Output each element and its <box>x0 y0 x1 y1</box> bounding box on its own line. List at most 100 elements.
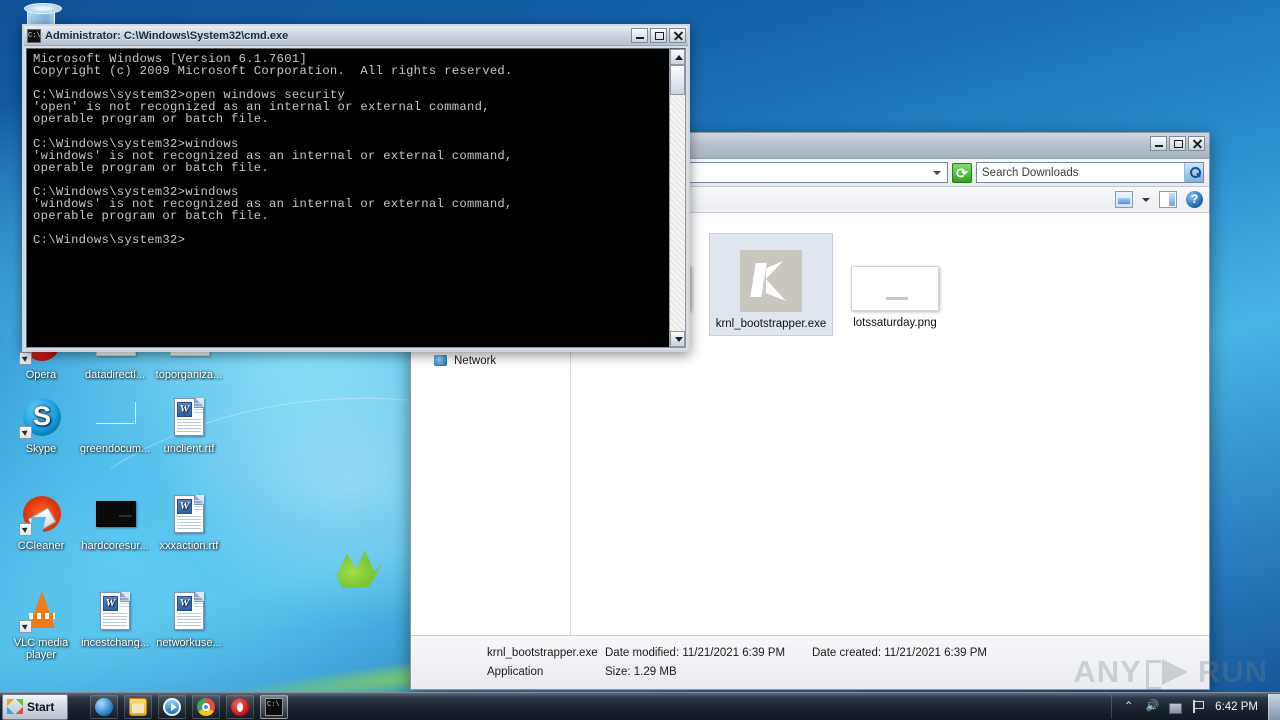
vlc-icon <box>19 590 63 634</box>
action-center-icon[interactable] <box>1191 699 1206 714</box>
cmd-maximize-button[interactable] <box>650 28 667 43</box>
nav-item-network[interactable]: Network <box>411 351 570 370</box>
start-button[interactable]: Start <box>2 693 68 720</box>
desktop-icon-vlc[interactable]: VLC media player <box>2 590 80 661</box>
explorer-window-controls <box>1150 136 1205 151</box>
desktop-icon-label: toporganiza... <box>155 369 223 381</box>
file-name-label: krnl_bootstrapper.exe <box>715 318 827 330</box>
details-date-modified-value: 11/21/2021 6:39 PM <box>682 647 786 659</box>
taskbar-item-opera[interactable] <box>226 694 254 719</box>
details-file-type: Application <box>487 666 544 678</box>
volume-icon[interactable] <box>1145 699 1160 714</box>
refresh-icon[interactable] <box>952 162 972 183</box>
system-tray: 6:42 PM <box>1111 694 1262 719</box>
ccleaner-icon <box>19 493 63 537</box>
details-row-primary: krnl_bootstrapper.exe Date modified: 11/… <box>487 647 1019 659</box>
chevron-down-icon[interactable] <box>933 170 941 175</box>
chevron-down-icon[interactable] <box>1142 197 1150 202</box>
desktop-icon-label: Skype <box>25 443 57 455</box>
scroll-down-button[interactable] <box>670 331 685 347</box>
network-icon <box>433 354 449 368</box>
preview-pane-icon[interactable] <box>1159 191 1177 208</box>
start-button-label: Start <box>27 699 55 714</box>
taskbar-item-windows-explorer[interactable] <box>124 694 152 719</box>
skype-icon <box>19 396 63 440</box>
cmd-title-bar[interactable]: C:\ Administrator: C:\Windows\System32\c… <box>24 26 688 46</box>
windows-logo-icon <box>7 699 23 714</box>
taskbar-item-internet-explorer[interactable] <box>90 694 118 719</box>
details-file-size: Size: 1.29 MB <box>605 666 812 678</box>
details-date-modified-label: Date modified: <box>605 647 680 659</box>
file-item-krnl-bootstrapper[interactable]: krnl_bootstrapper.exe <box>709 233 833 336</box>
desktop-icon-label: CCleaner <box>17 540 65 552</box>
desktop-icon-networkuse[interactable]: W networkuse... <box>150 590 228 649</box>
desktop-icon-label: networkuse... <box>156 637 222 649</box>
search-icon[interactable] <box>1184 163 1203 182</box>
details-row-secondary: Application Size: 1.29 MB <box>487 666 1019 678</box>
folder-icon <box>129 697 147 716</box>
command-prompt-window[interactable]: C:\ Administrator: C:\Windows\System32\c… <box>22 24 690 352</box>
media-player-icon <box>163 697 181 716</box>
word-document-icon: W <box>167 396 211 440</box>
chrome-icon <box>197 697 215 716</box>
cmd-minimize-button[interactable] <box>631 28 648 43</box>
file-thumbnail <box>714 240 828 312</box>
png-preview-icon <box>851 266 939 311</box>
dark-image-icon <box>93 493 137 537</box>
details-file-name: krnl_bootstrapper.exe <box>487 647 598 659</box>
show-hidden-icons-icon[interactable] <box>1121 699 1136 714</box>
explorer-details-pane: krnl_bootstrapper.exe Date modified: 11/… <box>411 635 1209 689</box>
cmd-close-button[interactable] <box>669 28 686 43</box>
desktop-icon-hardcoresur[interactable]: hardcoresur... <box>76 493 154 552</box>
taskbar: Start 6:42 PM <box>0 692 1280 720</box>
show-desktop-button[interactable] <box>1268 693 1280 720</box>
desktop-icon-ccleaner[interactable]: CCleaner <box>2 493 80 552</box>
desktop-icon-label: incestchang... <box>81 637 149 649</box>
krnl-application-icon <box>740 250 802 312</box>
search-input[interactable]: Search Downloads <box>976 162 1204 183</box>
cmd-scrollbar[interactable] <box>669 49 685 347</box>
cmd-console-body[interactable]: Microsoft Windows [Version 6.1.7601] Cop… <box>26 48 686 348</box>
explorer-maximize-button[interactable] <box>1169 136 1186 151</box>
desktop-icon-unclient-rtf[interactable]: W unclient.rtf <box>150 396 228 455</box>
details-date-created-label: Date created: <box>812 647 882 659</box>
explorer-minimize-button[interactable] <box>1150 136 1167 151</box>
taskbar-item-chrome[interactable] <box>192 694 220 719</box>
toolbar-right-group: ? <box>1115 191 1203 208</box>
desktop-icon-label: VLC media player <box>13 637 69 661</box>
clock[interactable]: 6:42 PM <box>1215 701 1258 713</box>
nav-item-label: Network <box>454 354 497 367</box>
desktop-icon-greendocum[interactable]: greendocum... <box>76 396 154 455</box>
details-size-value: 1.29 MB <box>633 666 677 678</box>
cmd-output-text: Microsoft Windows [Version 6.1.7601] Cop… <box>27 49 669 347</box>
desktop-icon-skype[interactable]: Skype <box>2 396 80 455</box>
document-thumb-icon <box>93 396 137 440</box>
scroll-up-button[interactable] <box>670 49 685 65</box>
desktop-icon-xxxaction-rtf[interactable]: W xxxaction.rtf <box>150 493 228 552</box>
network-icon[interactable] <box>1169 703 1183 714</box>
taskbar-item-media-player[interactable] <box>158 694 186 719</box>
file-name-label: lotssaturday.png <box>853 317 937 329</box>
details-date-modified: Date modified: 11/21/2021 6:39 PM <box>605 647 812 659</box>
details-date-created-value: 11/21/2021 6:39 PM <box>884 647 987 659</box>
scrollbar-track[interactable] <box>670 95 685 331</box>
desktop-icon-label: datadirectl... <box>85 369 145 381</box>
change-view-icon[interactable] <box>1115 191 1133 208</box>
desktop-screen: Re Opera datadirectl... toporganiza... S… <box>0 0 1280 720</box>
file-item-lotssaturday[interactable]: lotssaturday.png <box>833 233 957 336</box>
opera-icon <box>231 697 249 716</box>
search-placeholder-text: Search Downloads <box>982 166 1079 179</box>
help-icon[interactable]: ? <box>1186 191 1203 208</box>
cmd-title-text: Administrator: C:\Windows\System32\cmd.e… <box>45 29 289 42</box>
word-document-icon: W <box>93 590 137 634</box>
taskbar-item-command-prompt[interactable] <box>260 694 288 719</box>
cmd-icon <box>265 697 283 716</box>
scrollbar-thumb[interactable] <box>670 65 685 95</box>
desktop-icon-label: unclient.rtf <box>163 443 215 455</box>
ie-icon <box>95 697 113 716</box>
desktop-icon-incestchang[interactable]: W incestchang... <box>76 590 154 649</box>
explorer-close-button[interactable] <box>1188 136 1205 151</box>
word-document-icon: W <box>167 493 211 537</box>
cmd-window-controls <box>631 28 686 43</box>
file-thumbnail <box>837 239 953 311</box>
